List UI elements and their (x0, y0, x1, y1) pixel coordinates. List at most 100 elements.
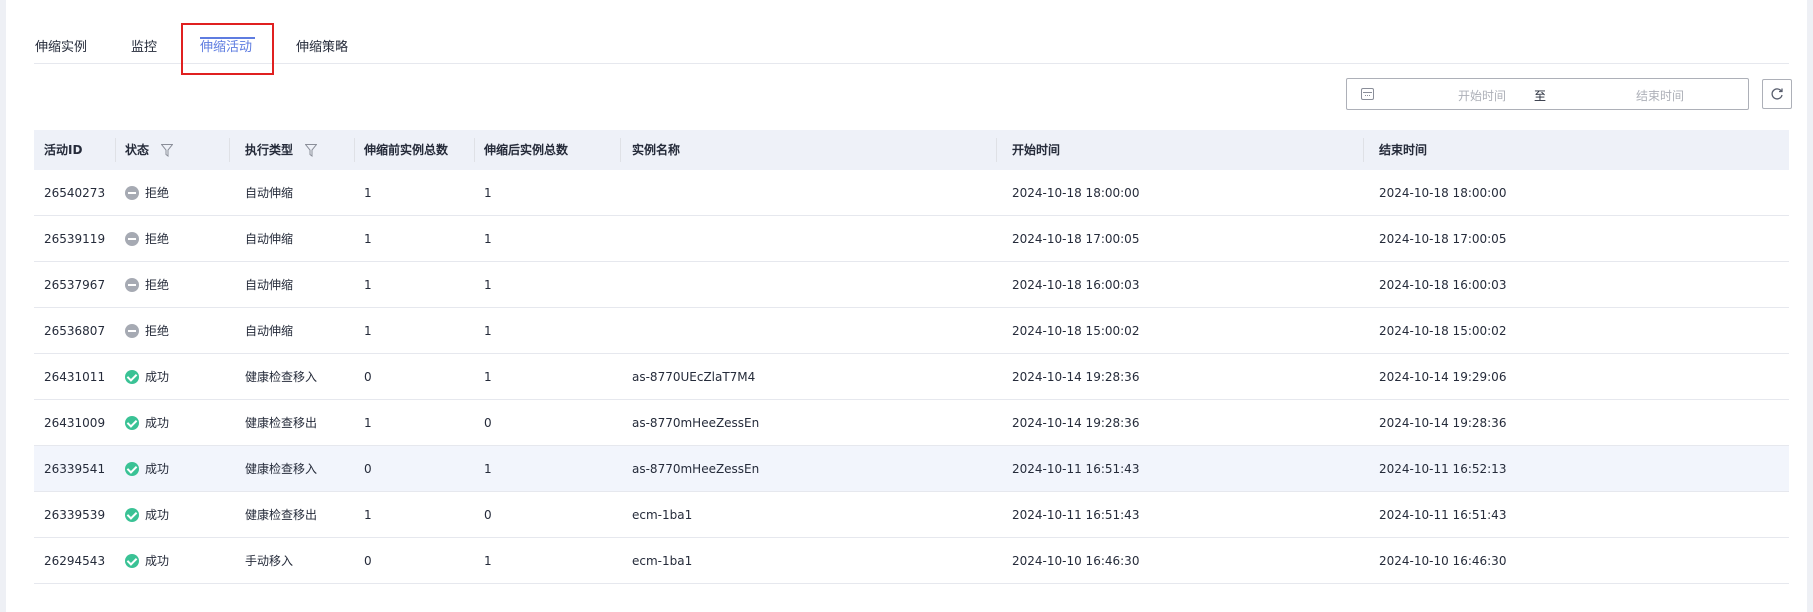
column-header-status-label: 状态 (125, 143, 150, 157)
cell-execution-type: 健康检查移入 (245, 370, 318, 384)
cell-start-time: 2024-10-14 19:28:36 (1012, 416, 1140, 430)
status-filter-icon[interactable] (161, 144, 174, 157)
status-label: 拒绝 (145, 232, 170, 246)
scaling-activity-table: 活动ID 状态 执行类型 伸缩前实例总数 伸缩后实例总数 实例名称 开始时间 结… (34, 130, 1789, 584)
cell-status: 成功 (125, 538, 169, 584)
cell-instances-after: 1 (484, 232, 492, 246)
end-time-input[interactable]: 结束时间 (1605, 87, 1715, 104)
table-row[interactable]: 26339539 成功 健康检查移出 1 0 ecm-1ba1 2024-10-11 16:… (34, 492, 1789, 538)
cell-execution-type: 健康检查移入 (245, 462, 318, 476)
cell-status: 成功 (125, 400, 169, 446)
tab-bar: 伸缩实例 监控 伸缩活动 伸缩策略 (34, 24, 1789, 64)
cell-status: 拒绝 (125, 262, 169, 308)
table-row[interactable]: 26536807 拒绝 自动伸缩 1 1 2024-10-18 15:00:02 2024-… (34, 308, 1789, 354)
cell-end-time: 2024-10-18 18:00:00 (1379, 186, 1507, 200)
table-row[interactable]: 26294543 成功 手动移入 0 1 ecm-1ba1 2024-10-10 16:46… (34, 538, 1789, 584)
cell-start-time: 2024-10-18 18:00:00 (1012, 186, 1140, 200)
cell-status: 拒绝 (125, 308, 169, 354)
cell-start-time: 2024-10-11 16:51:43 (1012, 508, 1140, 522)
date-range-separator: 至 (1533, 89, 1546, 103)
cell-instance-name: as-8770UEcZlaT7M4 (632, 370, 756, 384)
cell-instances-before: 0 (364, 462, 372, 476)
tab-scaling-policies[interactable]: 伸缩策略 (296, 36, 348, 55)
tab-monitoring[interactable]: 监控 (131, 36, 157, 55)
cell-execution-type: 健康检查移出 (245, 508, 318, 522)
cell-instance-name: as-8770mHeeZessEn (632, 416, 760, 430)
cell-instance-name: ecm-1ba1 (632, 554, 693, 568)
success-status-icon (125, 461, 139, 476)
cell-instance-name: as-8770mHeeZessEn (632, 462, 760, 476)
execution-type-filter-icon[interactable] (305, 144, 318, 157)
cell-start-time: 2024-10-11 16:51:43 (1012, 462, 1140, 476)
table-row[interactable]: 26537967 拒绝 自动伸缩 1 1 2024-10-18 16:00:03 2024-… (34, 262, 1789, 308)
cell-status: 成功 (125, 354, 169, 400)
success-status-icon (125, 553, 139, 568)
cell-instances-after: 1 (484, 278, 492, 292)
cell-activity-id: 26537967 (44, 278, 106, 292)
cell-activity-id: 26294543 (44, 554, 106, 568)
rejected-status-icon (125, 185, 139, 200)
cell-instances-before: 1 (364, 324, 372, 338)
refresh-icon (1771, 88, 1783, 100)
cell-status: 拒绝 (125, 216, 169, 262)
table-row[interactable]: 26540273 拒绝 自动伸缩 1 1 2024-10-18 18:00:00 2024-… (34, 170, 1789, 216)
column-header-instances-before: 伸缩前实例总数 (364, 143, 449, 157)
active-tab-indicator (200, 37, 255, 39)
column-header-instance-name: 实例名称 (632, 143, 681, 157)
date-range-picker[interactable]: 开始时间 至 结束时间 (1346, 78, 1749, 110)
cell-status: 成功 (125, 446, 169, 492)
cell-instances-after: 1 (484, 324, 492, 338)
cell-instances-after: 0 (484, 508, 492, 522)
tab-scaling-instances[interactable]: 伸缩实例 (35, 36, 87, 55)
cell-activity-id: 26539119 (44, 232, 106, 246)
refresh-button[interactable] (1762, 79, 1792, 109)
column-header-end-time: 结束时间 (1379, 143, 1428, 157)
status-label: 成功 (145, 370, 170, 384)
status-label: 拒绝 (145, 278, 170, 292)
column-header-execution-type: 执行类型 (245, 130, 318, 170)
table-row[interactable]: 26431011 成功 健康检查移入 0 1 as-8770UEcZlaT7M4 2024-… (34, 354, 1789, 400)
cell-execution-type: 手动移入 (245, 554, 294, 568)
cell-start-time: 2024-10-18 17:00:05 (1012, 232, 1140, 246)
cell-instances-after: 1 (484, 186, 492, 200)
left-edge-strip (0, 0, 6, 612)
column-header-execution-type-label: 执行类型 (245, 143, 294, 157)
cell-instances-after: 1 (484, 462, 492, 476)
cell-instances-before: 1 (364, 508, 372, 522)
cell-end-time: 2024-10-14 19:29:06 (1379, 370, 1507, 384)
cell-instances-before: 1 (364, 416, 372, 430)
cell-instances-after: 1 (484, 370, 492, 384)
status-label: 成功 (145, 462, 170, 476)
table-header: 活动ID 状态 执行类型 伸缩前实例总数 伸缩后实例总数 实例名称 开始时间 结… (34, 130, 1789, 170)
cell-end-time: 2024-10-11 16:51:43 (1379, 508, 1507, 522)
table-body: 26540273 拒绝 自动伸缩 1 1 2024-10-18 18:00:00 2024-… (34, 170, 1789, 584)
status-label: 拒绝 (145, 324, 170, 338)
cell-activity-id: 26431011 (44, 370, 106, 384)
cell-instances-after: 0 (484, 416, 492, 430)
cell-execution-type: 自动伸缩 (245, 324, 294, 338)
table-row[interactable]: 26431009 成功 健康检查移出 1 0 as-8770mHeeZessEn 2024-… (34, 400, 1789, 446)
cell-activity-id: 26540273 (44, 186, 106, 200)
cell-start-time: 2024-10-10 16:46:30 (1012, 554, 1140, 568)
table-row[interactable]: 26339541 成功 健康检查移入 0 1 as-8770mHeeZessEn 2024-… (34, 446, 1789, 492)
column-header-activity-id: 活动ID (44, 143, 83, 157)
cell-activity-id: 26536807 (44, 324, 106, 338)
status-label: 成功 (145, 508, 170, 522)
cell-activity-id: 26339541 (44, 462, 106, 476)
status-label: 拒绝 (145, 186, 170, 200)
status-label: 成功 (145, 416, 170, 430)
cell-instances-before: 1 (364, 232, 372, 246)
cell-end-time: 2024-10-11 16:52:13 (1379, 462, 1507, 476)
start-time-input[interactable]: 开始时间 (1427, 87, 1537, 104)
column-header-instances-after: 伸缩后实例总数 (484, 143, 569, 157)
cell-instances-before: 1 (364, 186, 372, 200)
cell-execution-type: 自动伸缩 (245, 186, 294, 200)
cell-instances-before: 0 (364, 554, 372, 568)
cell-execution-type: 自动伸缩 (245, 278, 294, 292)
cell-instance-name: ecm-1ba1 (632, 508, 693, 522)
cell-instances-after: 1 (484, 554, 492, 568)
cell-execution-type: 自动伸缩 (245, 232, 294, 246)
cell-end-time: 2024-10-18 17:00:05 (1379, 232, 1507, 246)
table-row[interactable]: 26539119 拒绝 自动伸缩 1 1 2024-10-18 17:00:05 2024-… (34, 216, 1789, 262)
cell-activity-id: 26339539 (44, 508, 106, 522)
